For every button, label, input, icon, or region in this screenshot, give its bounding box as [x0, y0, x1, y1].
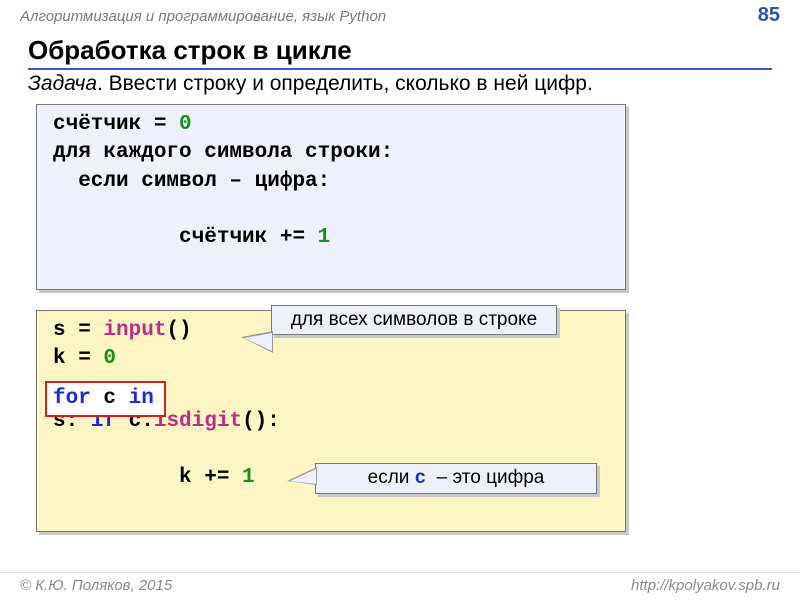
callout-all-symbols: для всех символов в строке [271, 305, 557, 335]
footer-copyright: © К.Ю. Поляков, 2015 [20, 577, 172, 594]
python-code-box: для всех символов в строке s = input() k… [36, 310, 626, 532]
code-text: (): [242, 410, 280, 433]
task-body: . Ввести строку и определить, сколько в … [97, 72, 593, 95]
code-text: k += [129, 466, 242, 489]
section-title: Обработка строк в цикле [28, 35, 772, 70]
page-number: 85 [758, 4, 780, 27]
pseudo-text: счётчик += [129, 226, 318, 249]
pseudo-text: счётчик = [53, 113, 179, 136]
callout-text: – это цифра [426, 467, 544, 488]
code-number: 1 [242, 466, 255, 489]
code-number: 0 [103, 347, 116, 370]
code-keyword: in [129, 387, 154, 410]
slide-header: Алгоритмизация и программирование, язык … [0, 0, 800, 29]
pseudocode-box: счётчик = 0 для каждого символа строки: … [36, 104, 626, 290]
callout-if-digit: если c – это цифра [315, 463, 597, 494]
callout-code: c [415, 467, 426, 489]
pseudo-line: счётчик = 0 [53, 111, 609, 139]
pseudo-number: 0 [179, 113, 192, 136]
header-title: Алгоритмизация и программирование, язык … [20, 8, 386, 25]
code-keyword: for [53, 387, 91, 410]
task-prefix: Задача [28, 72, 97, 95]
for-highlight: for c in [45, 381, 166, 417]
pseudo-line: счётчик += 1 [53, 196, 609, 281]
code-text: c [91, 387, 129, 410]
callout-pointer-icon [241, 331, 273, 353]
slide-footer: © К.Ю. Поляков, 2015 http://kpolyakov.sp… [0, 572, 800, 594]
code-line: k = 0 [53, 345, 609, 373]
footer-url: http://kpolyakov.spb.ru [631, 577, 780, 594]
code-text: s = [53, 319, 103, 342]
pseudo-line: для каждого символа строки: [53, 139, 609, 167]
pseudo-line: если символ – цифра: [53, 168, 609, 196]
code-fn: input [103, 319, 166, 342]
pseudo-number: 1 [318, 226, 331, 249]
task-text: Задача. Ввести строку и определить, скол… [28, 72, 772, 96]
callout-pointer-icon [287, 467, 317, 485]
slide-body: Обработка строк в цикле Задача. Ввести с… [0, 29, 800, 532]
callout-text: если [368, 467, 415, 488]
code-text: k = [53, 347, 103, 370]
code-fn: isdigit [154, 410, 242, 433]
code-text: () [166, 319, 191, 342]
